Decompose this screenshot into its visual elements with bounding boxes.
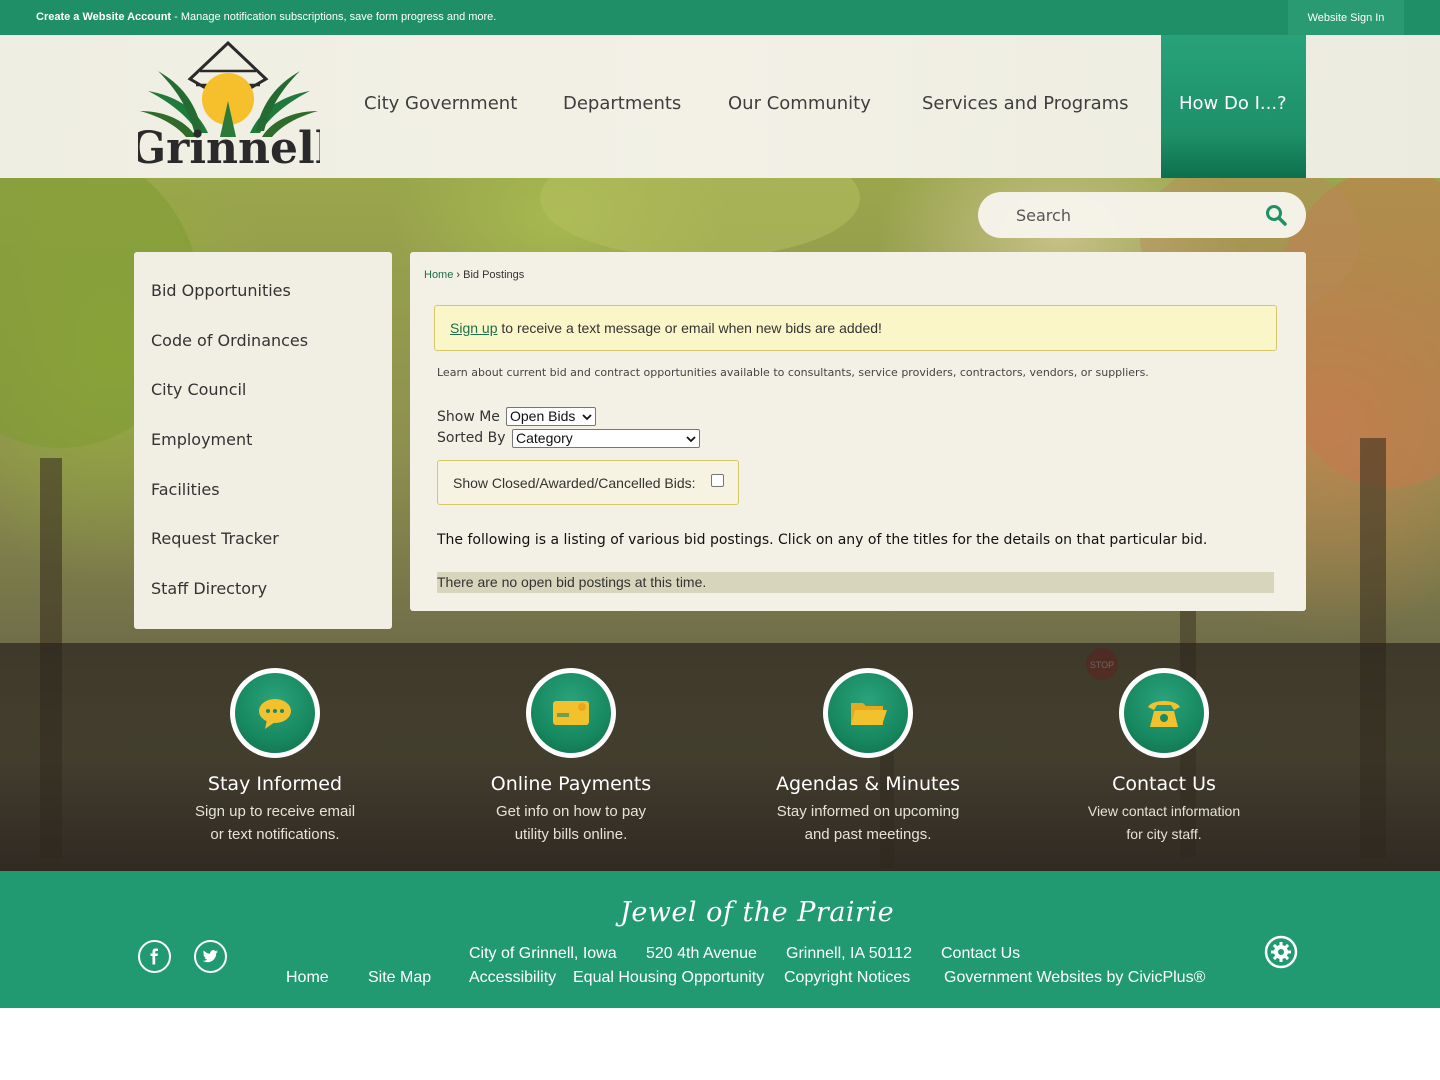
quick-link-description: View contact information for city staff.: [1087, 803, 1241, 842]
site-footer: Jewel of the Prairie City of Grinnell, I…: [0, 871, 1440, 1008]
nav-our-community[interactable]: Our Community: [728, 93, 871, 114]
telephone-icon: [1148, 701, 1180, 727]
twitter-link[interactable]: [194, 940, 227, 973]
sidebar-item-code-of-ordinances[interactable]: Code of Ordinances: [151, 331, 308, 350]
website-sign-in-button[interactable]: Website Sign In: [1288, 0, 1404, 35]
facebook-link[interactable]: [138, 940, 171, 973]
create-account-description: - Manage notification subscriptions, sav…: [171, 11, 497, 23]
nav-how-do-i[interactable]: How Do I...?: [1161, 35, 1306, 178]
sidebar-item-request-tracker[interactable]: Request Tracker: [151, 529, 279, 548]
search-box: [978, 192, 1306, 238]
intro-text: Learn about current bid and contract opp…: [437, 366, 1149, 379]
quick-link-description: Get info on how to pay utility bills onli…: [495, 803, 647, 843]
sorted-by-value: Category: [516, 430, 573, 446]
quick-link-title: Online Payments: [490, 773, 652, 795]
logo-text: Grinnell: [138, 123, 320, 167]
show-me-value: Open Bids: [510, 408, 576, 424]
quick-link-title: Agendas & Minutes: [775, 773, 961, 795]
search-input[interactable]: [1016, 203, 1246, 227]
quick-link-circle: [823, 668, 913, 758]
show-me-select[interactable]: Open Bids: [506, 407, 596, 426]
footer-contact-us-link[interactable]: Contact Us: [941, 945, 1020, 963]
grinnell-logo[interactable]: Grinnell: [129, 40, 331, 174]
folder-icon: [851, 703, 887, 725]
chevron-down-icon: [582, 414, 592, 421]
footer-civicplus-link[interactable]: Government Websites by CivicPlus®: [944, 969, 1205, 987]
breadcrumb: Home › Bid Postings: [424, 269, 524, 281]
search-icon[interactable]: [1264, 203, 1288, 227]
breadcrumb-separator: ›: [456, 269, 461, 281]
nav-services-and-programs[interactable]: Services and Programs: [922, 93, 1129, 114]
show-closed-bids-box: Show Closed/Awarded/Cancelled Bids:: [437, 460, 739, 505]
nav-city-government[interactable]: City Government: [364, 93, 517, 114]
credit-card-icon: [553, 701, 589, 725]
signup-link[interactable]: Sign up: [450, 320, 497, 336]
sidebar-item-employment[interactable]: Employment: [151, 430, 252, 449]
site-header: Grinnell City Government Departments Our…: [0, 35, 1440, 178]
breadcrumb-home[interactable]: Home: [424, 269, 453, 281]
footer-address: 520 4th Avenue: [646, 945, 757, 962]
sorted-by-select[interactable]: Category: [512, 429, 700, 448]
show-me-label: Show Me: [437, 409, 500, 425]
quick-link-circle: [526, 668, 616, 758]
create-account-link[interactable]: Create a Website Account: [36, 11, 171, 23]
sidebar-item-city-council[interactable]: City Council: [151, 380, 246, 399]
footer-copyright-link[interactable]: Copyright Notices: [784, 969, 910, 987]
footer-home-link[interactable]: Home: [286, 969, 329, 987]
footer-site-map-link[interactable]: Site Map: [368, 969, 431, 987]
show-closed-bids-checkbox[interactable]: [711, 474, 724, 487]
footer-city-name: City of Grinnell, Iowa: [469, 945, 617, 962]
sorted-by-label: Sorted By: [437, 430, 506, 446]
logo-graphic: Grinnell: [129, 40, 331, 174]
sidebar-nav: Bid Opportunities Code of Ordinances Cit…: [134, 252, 392, 629]
footer-accessibility-link[interactable]: Accessibility: [469, 969, 556, 987]
nav-departments[interactable]: Departments: [563, 93, 681, 114]
footer-tagline: Jewel of the Prairie: [620, 897, 895, 928]
quick-link-title: Stay Informed: [207, 773, 343, 795]
twitter-icon: [202, 950, 218, 963]
sidebar-item-bid-opportunities[interactable]: Bid Opportunities: [151, 281, 291, 300]
facebook-icon: [150, 948, 158, 965]
sidebar-item-staff-directory[interactable]: Staff Directory: [151, 579, 267, 598]
quick-link-circle: [230, 668, 320, 758]
footer-city-state-zip: Grinnell, IA 50112: [786, 945, 913, 962]
signup-alert-text: Sign up to receive a text message or ema…: [450, 320, 882, 336]
signup-alert-message: to receive a text message or email when …: [497, 320, 882, 336]
quick-link-description: Stay informed on upcoming and past meetin…: [776, 803, 960, 843]
breadcrumb-current: Bid Postings: [463, 269, 525, 281]
speech-bubble-icon: [259, 699, 291, 729]
quick-link-circle: [1119, 668, 1209, 758]
listing-description: The following is a listing of various bi…: [437, 532, 1208, 548]
signup-alert: Sign up to receive a text message or ema…: [434, 305, 1277, 351]
nav-how-do-i-label: How Do I...?: [1179, 93, 1287, 114]
create-account-text: Create a Website Account - Manage notifi…: [36, 11, 496, 23]
main-content: Home › Bid Postings Sign up to receive a…: [410, 252, 1306, 611]
sidebar-item-facilities[interactable]: Facilities: [151, 480, 220, 499]
footer-equal-housing-link[interactable]: Equal Housing Opportunity: [573, 969, 764, 987]
top-bar: Create a Website Account - Manage notifi…: [0, 0, 1440, 35]
no-bids-message: There are no open bid postings at this t…: [437, 574, 707, 590]
show-closed-bids-label: Show Closed/Awarded/Cancelled Bids:: [453, 475, 696, 491]
gear-icon[interactable]: [1264, 935, 1298, 969]
chevron-down-icon: [686, 436, 696, 443]
quick-link-description: Sign up to receive email or text notifica…: [194, 803, 356, 843]
quick-link-title: Contact Us: [1112, 773, 1216, 795]
no-bids-row: There are no open bid postings at this t…: [437, 572, 1274, 593]
